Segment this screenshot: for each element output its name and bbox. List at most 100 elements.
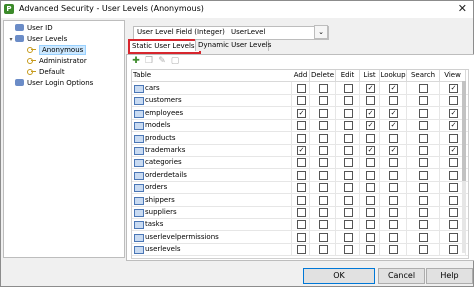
permission-checkbox[interactable] — [449, 220, 458, 230]
permission-checkbox[interactable] — [419, 220, 428, 230]
permission-checkbox[interactable] — [319, 146, 328, 155]
tree-item[interactable]: Administrator — [20, 56, 87, 67]
permission-checkbox[interactable] — [344, 232, 353, 242]
table-row[interactable]: tasks — [132, 218, 468, 232]
tree-item[interactable]: ▾ User Levels — [8, 34, 67, 45]
permission-checkbox[interactable] — [319, 158, 328, 168]
table-row[interactable]: products — [132, 131, 468, 145]
permission-checkbox[interactable] — [419, 170, 428, 180]
close-icon[interactable]: ✕ — [458, 2, 467, 16]
permission-checkbox[interactable] — [419, 232, 428, 242]
permission-checkbox[interactable] — [419, 195, 428, 205]
permission-checkbox[interactable] — [449, 183, 458, 193]
permission-checkbox[interactable] — [344, 133, 353, 143]
permission-checkbox[interactable] — [366, 232, 375, 242]
permission-checkbox[interactable] — [389, 158, 398, 168]
table-row[interactable]: suppliers — [132, 206, 468, 219]
copy-icon[interactable]: ❐ — [144, 56, 154, 66]
permission-checkbox[interactable]: ✓ — [297, 108, 306, 118]
permission-checkbox[interactable] — [366, 245, 375, 255]
permission-checkbox[interactable] — [344, 220, 353, 230]
permission-checkbox[interactable] — [419, 208, 428, 217]
permission-checkbox[interactable] — [319, 170, 328, 180]
permission-checkbox[interactable] — [319, 183, 328, 193]
table-row[interactable]: models ✓ ✓ ✓ — [132, 119, 468, 133]
permission-checkbox[interactable] — [319, 245, 328, 255]
column-header[interactable]: Add — [292, 70, 310, 82]
permission-checkbox[interactable] — [344, 96, 353, 106]
permission-checkbox[interactable]: ✓ — [366, 121, 375, 131]
permission-checkbox[interactable] — [344, 108, 353, 118]
permission-checkbox[interactable] — [366, 133, 375, 143]
permission-checkbox[interactable] — [344, 183, 353, 193]
permission-checkbox[interactable] — [297, 96, 306, 106]
permission-checkbox[interactable] — [319, 220, 328, 230]
column-header[interactable]: Lookup — [380, 70, 407, 82]
permission-checkbox[interactable]: ✓ — [449, 108, 458, 118]
permission-checkbox[interactable] — [297, 195, 306, 205]
permission-checkbox[interactable] — [319, 84, 328, 93]
permission-checkbox[interactable] — [449, 133, 458, 143]
permission-checkbox[interactable] — [319, 121, 328, 131]
permission-checkbox[interactable] — [449, 232, 458, 242]
tree-item[interactable]: User ID — [8, 23, 53, 34]
delete-icon[interactable]: ▢ — [170, 56, 180, 66]
permission-checkbox[interactable]: ✓ — [449, 121, 458, 131]
help-button[interactable]: Help — [426, 268, 473, 284]
permission-checkbox[interactable] — [449, 208, 458, 217]
permission-checkbox[interactable] — [419, 158, 428, 168]
add-icon[interactable]: ✚ — [131, 56, 141, 66]
permission-checkbox[interactable] — [297, 84, 306, 93]
table-row[interactable]: customers — [132, 94, 468, 108]
table-row[interactable]: orders — [132, 181, 468, 195]
permission-checkbox[interactable] — [319, 96, 328, 106]
permission-checkbox[interactable] — [344, 245, 353, 255]
permission-checkbox[interactable] — [344, 208, 353, 217]
permission-checkbox[interactable] — [449, 245, 458, 255]
permission-checkbox[interactable] — [297, 133, 306, 143]
grid-scrollbar[interactable] — [462, 81, 466, 253]
permission-checkbox[interactable] — [389, 195, 398, 205]
permission-checkbox[interactable] — [419, 84, 428, 93]
permission-checkbox[interactable] — [449, 195, 458, 205]
permission-checkbox[interactable] — [366, 96, 375, 106]
permission-checkbox[interactable] — [389, 208, 398, 217]
permission-checkbox[interactable]: ✓ — [449, 84, 458, 93]
table-row[interactable]: shippers — [132, 193, 468, 207]
permission-checkbox[interactable] — [419, 183, 428, 193]
permission-checkbox[interactable] — [366, 220, 375, 230]
table-row[interactable]: orderdetails — [132, 168, 468, 182]
permission-checkbox[interactable] — [319, 232, 328, 242]
permission-checkbox[interactable] — [389, 220, 398, 230]
tree-item[interactable]: User Login Options — [8, 78, 93, 89]
permission-checkbox[interactable]: ✓ — [366, 84, 375, 93]
user-level-field-select[interactable]: User Level Field (Integer) UserLevel — [133, 26, 329, 40]
permission-checkbox[interactable] — [389, 245, 398, 255]
tree-item[interactable]: Anonymous — [20, 45, 87, 56]
permission-checkbox[interactable] — [297, 220, 306, 230]
permission-checkbox[interactable] — [366, 208, 375, 217]
chevron-down-icon[interactable]: ⌄ — [314, 25, 328, 39]
permission-checkbox[interactable] — [389, 133, 398, 143]
permission-checkbox[interactable] — [297, 208, 306, 217]
permission-checkbox[interactable] — [389, 183, 398, 193]
permission-checkbox[interactable] — [344, 84, 353, 93]
permission-checkbox[interactable] — [419, 121, 428, 131]
column-header[interactable]: Edit — [336, 70, 360, 82]
tree-expander-icon[interactable]: ▾ — [8, 34, 14, 45]
permission-checkbox[interactable] — [297, 232, 306, 242]
column-header[interactable]: Delete — [310, 70, 336, 82]
column-header[interactable]: List — [360, 70, 380, 82]
tab-static-user-levels[interactable]: Static User Levels — [128, 39, 201, 54]
permission-checkbox[interactable] — [297, 245, 306, 255]
permission-checkbox[interactable] — [449, 158, 458, 168]
table-row[interactable]: categories — [132, 156, 468, 170]
permission-checkbox[interactable] — [344, 170, 353, 180]
permission-checkbox[interactable] — [389, 96, 398, 106]
permission-checkbox[interactable]: ✓ — [366, 108, 375, 118]
permission-checkbox[interactable] — [319, 195, 328, 205]
permission-checkbox[interactable]: ✓ — [297, 146, 306, 155]
permission-checkbox[interactable]: ✓ — [389, 84, 398, 93]
table-row[interactable]: trademarks ✓ ✓ ✓ ✓ — [132, 144, 468, 157]
table-row[interactable]: cars ✓ ✓ ✓ — [132, 82, 468, 95]
